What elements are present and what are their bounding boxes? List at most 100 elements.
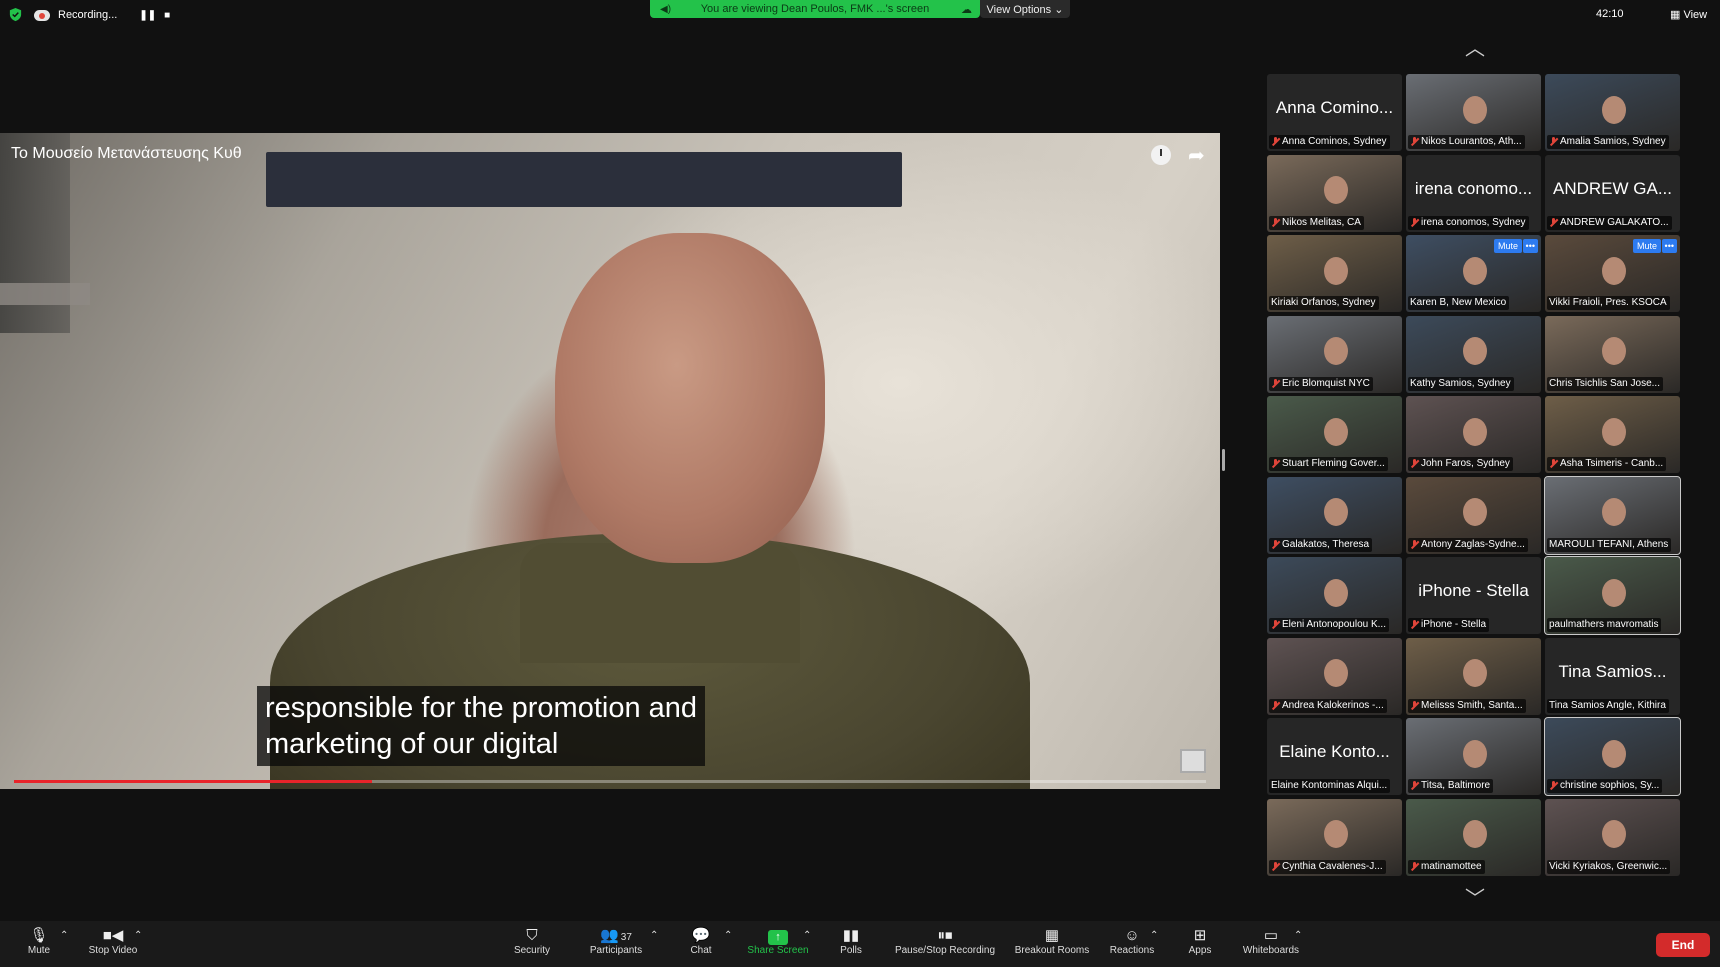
speaker-icon: ◀) [660,4,672,15]
participant-name-label: Galakatos, Theresa [1269,537,1373,552]
participant-tile[interactable]: Titsa, Baltimore [1406,718,1541,795]
participant-display-name: iPhone - Stella [1418,581,1529,600]
share-caret[interactable]: ⌃ [803,930,811,941]
video-options-caret[interactable]: ⌃ [134,930,142,941]
participant-name-text: Andrea Kalokerinos -... [1282,699,1384,711]
participant-mute-button[interactable]: Mute [1632,239,1661,253]
participant-video-face [1601,820,1626,849]
participant-tile[interactable]: irena conomo... irena conomos, Sydney [1406,154,1541,232]
participant-tile[interactable]: Eric Blomquist NYC [1267,315,1402,393]
participant-tile[interactable]: Melisss Smith, Santa... [1406,637,1541,715]
reactions-caret[interactable]: ⌃ [1150,930,1158,941]
participant-video-face [1462,820,1487,849]
participants-count: 37 [620,932,632,943]
muted-mic-icon [1410,539,1419,550]
view-button[interactable]: ▦ View [1670,8,1707,21]
participant-tile[interactable]: Tina Samios... Tina Samios Angle, Kithira [1545,637,1680,715]
participant-name-label: Eleni Antonopoulou K... [1269,618,1389,632]
participant-video-face [1323,417,1348,446]
reactions-button[interactable]: ☺ Reactions [1108,927,1156,956]
channel-logo-icon[interactable] [1180,749,1206,773]
participants-button[interactable]: 👥 37 Participants [586,927,646,956]
participant-name-text: Amalia Samios, Sydney [1560,136,1666,147]
participant-name-label: Vicki Kyriakos, Greenwic... [1547,859,1671,874]
watch-later-icon[interactable] [1151,145,1171,165]
participant-tile[interactable]: matinamottee [1406,798,1541,876]
participant-gallery: Anna Comino... Anna Cominos, Sydney Nikos … [1267,74,1681,876]
shield-icon: ⛉ [526,927,538,944]
participant-tile[interactable]: Kiriaki Orfanos, Sydney [1267,235,1402,312]
participant-display-name: ANDREW GA... [1552,178,1672,198]
participant-tile[interactable]: iPhone - Stella iPhone - Stella [1406,557,1541,634]
participant-tile[interactable]: Kathy Samios, Sydney [1406,315,1541,393]
participant-name-label: Elaine Kontominas Alqui... [1269,779,1391,793]
participant-tile[interactable]: Antony Zaglas-Sydne... [1406,476,1541,554]
cloud-icon: ☁ [961,4,972,16]
shared-screen-video[interactable]: Το Μουσείο Μετανάστευσης Κυθ ➦ responsib… [0,133,1220,789]
participant-name-label: Kiriaki Orfanos, Sydney [1269,296,1379,310]
participant-tile[interactable]: Stuart Fleming Gover... [1267,396,1402,473]
participant-name-label: Melisss Smith, Santa... [1408,698,1526,713]
participant-tile[interactable]: Nikos Melitas, CA [1267,154,1402,232]
security-button[interactable]: ⛉ Security [512,927,552,956]
apps-button[interactable]: ⊞ Apps [1186,927,1214,956]
participant-tile[interactable]: Eleni Antonopoulou K... [1267,557,1402,634]
polls-button[interactable]: ▮▮ Polls [836,927,866,956]
mute-button[interactable]: 🎙 Mute [24,927,54,956]
participant-name-label: John Faros, Sydney [1408,457,1513,471]
participant-name-label: Anna Cominos, Sydney [1269,135,1390,149]
participant-tile[interactable]: Andrea Kalokerinos -... [1267,637,1402,715]
chat-button[interactable]: 💬 Chat [686,927,716,956]
whiteboards-button[interactable]: ▭ Whiteboards [1240,927,1302,956]
participant-tile[interactable]: christine sophios, Sy... [1544,717,1681,796]
participant-tile[interactable]: Nikos Lourantos, Ath... [1406,74,1541,151]
participant-tile[interactable]: MAROULI TEFANI, Athens [1544,475,1681,555]
participant-video-face [1462,417,1487,446]
participant-tile[interactable]: Anna Comino... Anna Cominos, Sydney [1267,74,1402,151]
participant-tile[interactable]: paulmathers mavromatis [1544,556,1681,635]
participant-tile[interactable]: ANDREW GA... ANDREW GALAKATO... [1545,154,1680,232]
participant-display-name: Tina Samios... [1558,661,1667,681]
pause-recording-button[interactable]: ❚❚ [139,10,156,21]
share-arrow-icon[interactable]: ➦ [1188,143,1205,168]
muted-mic-icon [1271,539,1280,550]
participant-mute-button[interactable]: Mute [1493,239,1522,253]
view-options-button[interactable]: View Options ⌄ [980,0,1070,18]
encryption-shield-icon[interactable] [8,7,23,22]
share-screen-label: Share Screen [747,945,809,956]
stop-recording-button[interactable]: ■ [164,10,170,21]
participant-tile[interactable]: John Faros, Sydney [1406,396,1541,473]
end-meeting-button[interactable]: End [1656,933,1710,957]
gallery-up-chevron-icon[interactable]: ︿ [1460,39,1490,59]
participant-name-text: ANDREW GALAKATO... [1560,216,1669,228]
participant-more-button[interactable]: ••• [1522,239,1538,253]
participant-tile[interactable]: Elaine Konto... Elaine Kontominas Alqui..… [1267,718,1402,795]
gallery-down-chevron-icon[interactable]: ﹀ [1460,889,1490,909]
participant-tile[interactable]: Chris Tsichlis San Jose... [1545,315,1680,393]
audio-options-caret[interactable]: ⌃ [60,930,68,941]
participant-name-text: Melisss Smith, Santa... [1421,699,1523,711]
meeting-timer: 42:10 [1596,8,1624,20]
participant-tile[interactable]: Mute ••• Karen B, New Mexico [1406,235,1541,312]
whiteboards-caret[interactable]: ⌃ [1294,930,1302,941]
muted-mic-icon [1549,217,1558,228]
participant-name-label: Nikos Melitas, CA [1269,215,1364,230]
participant-video-face [1323,578,1348,607]
participant-tile[interactable]: Asha Tsimeris - Canb... [1545,396,1680,473]
participant-tile[interactable]: Cynthia Cavalenes-J... [1267,798,1402,876]
recording-label: Recording... [58,9,118,21]
splitter-handle[interactable] [1222,449,1225,471]
breakout-rooms-button[interactable]: ▦ Breakout Rooms [1012,927,1092,956]
participant-tile[interactable]: Amalia Samios, Sydney [1545,74,1680,151]
participant-tile[interactable]: Galakatos, Theresa [1267,476,1402,554]
participant-tile[interactable]: Vicki Kyriakos, Greenwic... [1545,798,1680,876]
pause-stop-recording-label: Pause/Stop Recording [894,945,996,956]
share-screen-button[interactable]: ↑ Share Screen [744,927,812,956]
participants-caret[interactable]: ⌃ [650,930,658,941]
participant-tile[interactable]: Mute ••• Vikki Fraioli, Pres. KSOCA [1545,235,1680,312]
participant-name-text: paulmathers mavromatis [1549,619,1659,630]
chat-caret[interactable]: ⌃ [724,930,732,941]
muted-mic-icon [1549,781,1558,791]
pause-stop-recording-button[interactable]: ⏸⏹ Pause/Stop Recording [892,927,998,956]
participant-more-button[interactable]: ••• [1661,239,1677,253]
